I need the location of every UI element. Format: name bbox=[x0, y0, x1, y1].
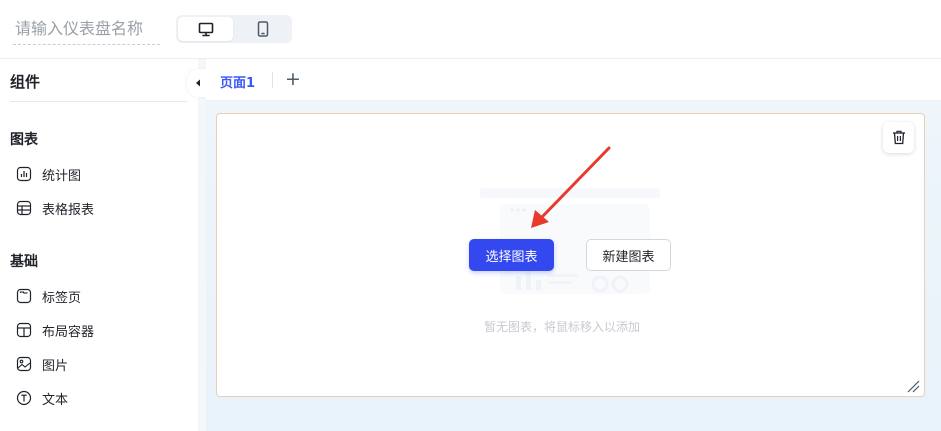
tabs-icon bbox=[16, 288, 32, 304]
new-chart-button[interactable]: 新建图表 bbox=[586, 239, 671, 271]
add-page-button[interactable]: + bbox=[285, 68, 301, 90]
text-icon bbox=[16, 390, 32, 406]
layout-icon bbox=[16, 322, 32, 338]
trash-icon bbox=[892, 130, 905, 145]
sidebar-divider bbox=[10, 101, 187, 102]
sidebar-item-image[interactable]: 图片 bbox=[16, 353, 68, 375]
resize-handle-icon[interactable] bbox=[906, 379, 920, 393]
component-sidebar: 组件 图表 统计图 表格报表 基础 标签页 布局容器 图片 文本 bbox=[0, 59, 198, 431]
sidebar-item-text[interactable]: 文本 bbox=[16, 387, 68, 409]
desktop-view-button[interactable] bbox=[178, 17, 233, 41]
top-bar bbox=[0, 0, 941, 59]
dashboard-name-input[interactable] bbox=[13, 12, 160, 45]
bar-chart-icon bbox=[16, 166, 32, 182]
sidebar-item-statistic-chart[interactable]: 统计图 bbox=[16, 163, 81, 185]
sidebar-group-charts: 图表 bbox=[10, 132, 38, 148]
device-toggle bbox=[176, 15, 292, 43]
tab-separator bbox=[272, 72, 273, 88]
sidebar-item-label: 表格报表 bbox=[42, 202, 95, 218]
page-tabs: 页面1 + bbox=[206, 59, 941, 101]
delete-button[interactable] bbox=[883, 122, 914, 153]
desktop-icon bbox=[198, 22, 213, 36]
empty-state-text: 暂无图表，将鼠标移入以添加 bbox=[484, 320, 641, 334]
sidebar-item-layout-container[interactable]: 布局容器 bbox=[16, 319, 94, 341]
tab-page-1[interactable]: 页面1 bbox=[220, 72, 255, 91]
sidebar-item-label: 统计图 bbox=[42, 168, 82, 184]
sidebar-item-label: 文本 bbox=[42, 392, 69, 408]
image-icon bbox=[16, 356, 32, 372]
sidebar-title: 组件 bbox=[10, 73, 41, 91]
table-icon bbox=[16, 200, 32, 216]
sidebar-item-label: 布局容器 bbox=[42, 324, 95, 340]
mobile-view-button[interactable] bbox=[235, 17, 290, 41]
sidebar-splitter bbox=[198, 59, 206, 431]
mobile-icon bbox=[257, 21, 268, 37]
sidebar-item-tabs[interactable]: 标签页 bbox=[16, 285, 81, 307]
sidebar-item-label: 标签页 bbox=[42, 290, 82, 306]
sidebar-item-table-report[interactable]: 表格报表 bbox=[16, 197, 94, 219]
sidebar-group-basic: 基础 bbox=[10, 254, 38, 270]
sidebar-item-label: 图片 bbox=[42, 358, 69, 374]
select-chart-button[interactable]: 选择图表 bbox=[469, 239, 554, 271]
caret-left-icon bbox=[196, 79, 200, 87]
